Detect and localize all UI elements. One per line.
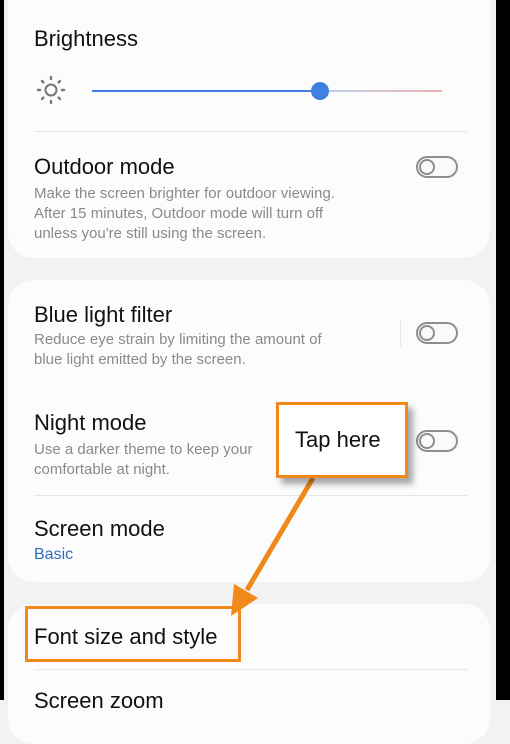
callout-text: Tap here: [295, 427, 381, 452]
annotation-arrow-icon: [231, 476, 316, 616]
tap-here-callout: Tap here: [276, 402, 408, 478]
